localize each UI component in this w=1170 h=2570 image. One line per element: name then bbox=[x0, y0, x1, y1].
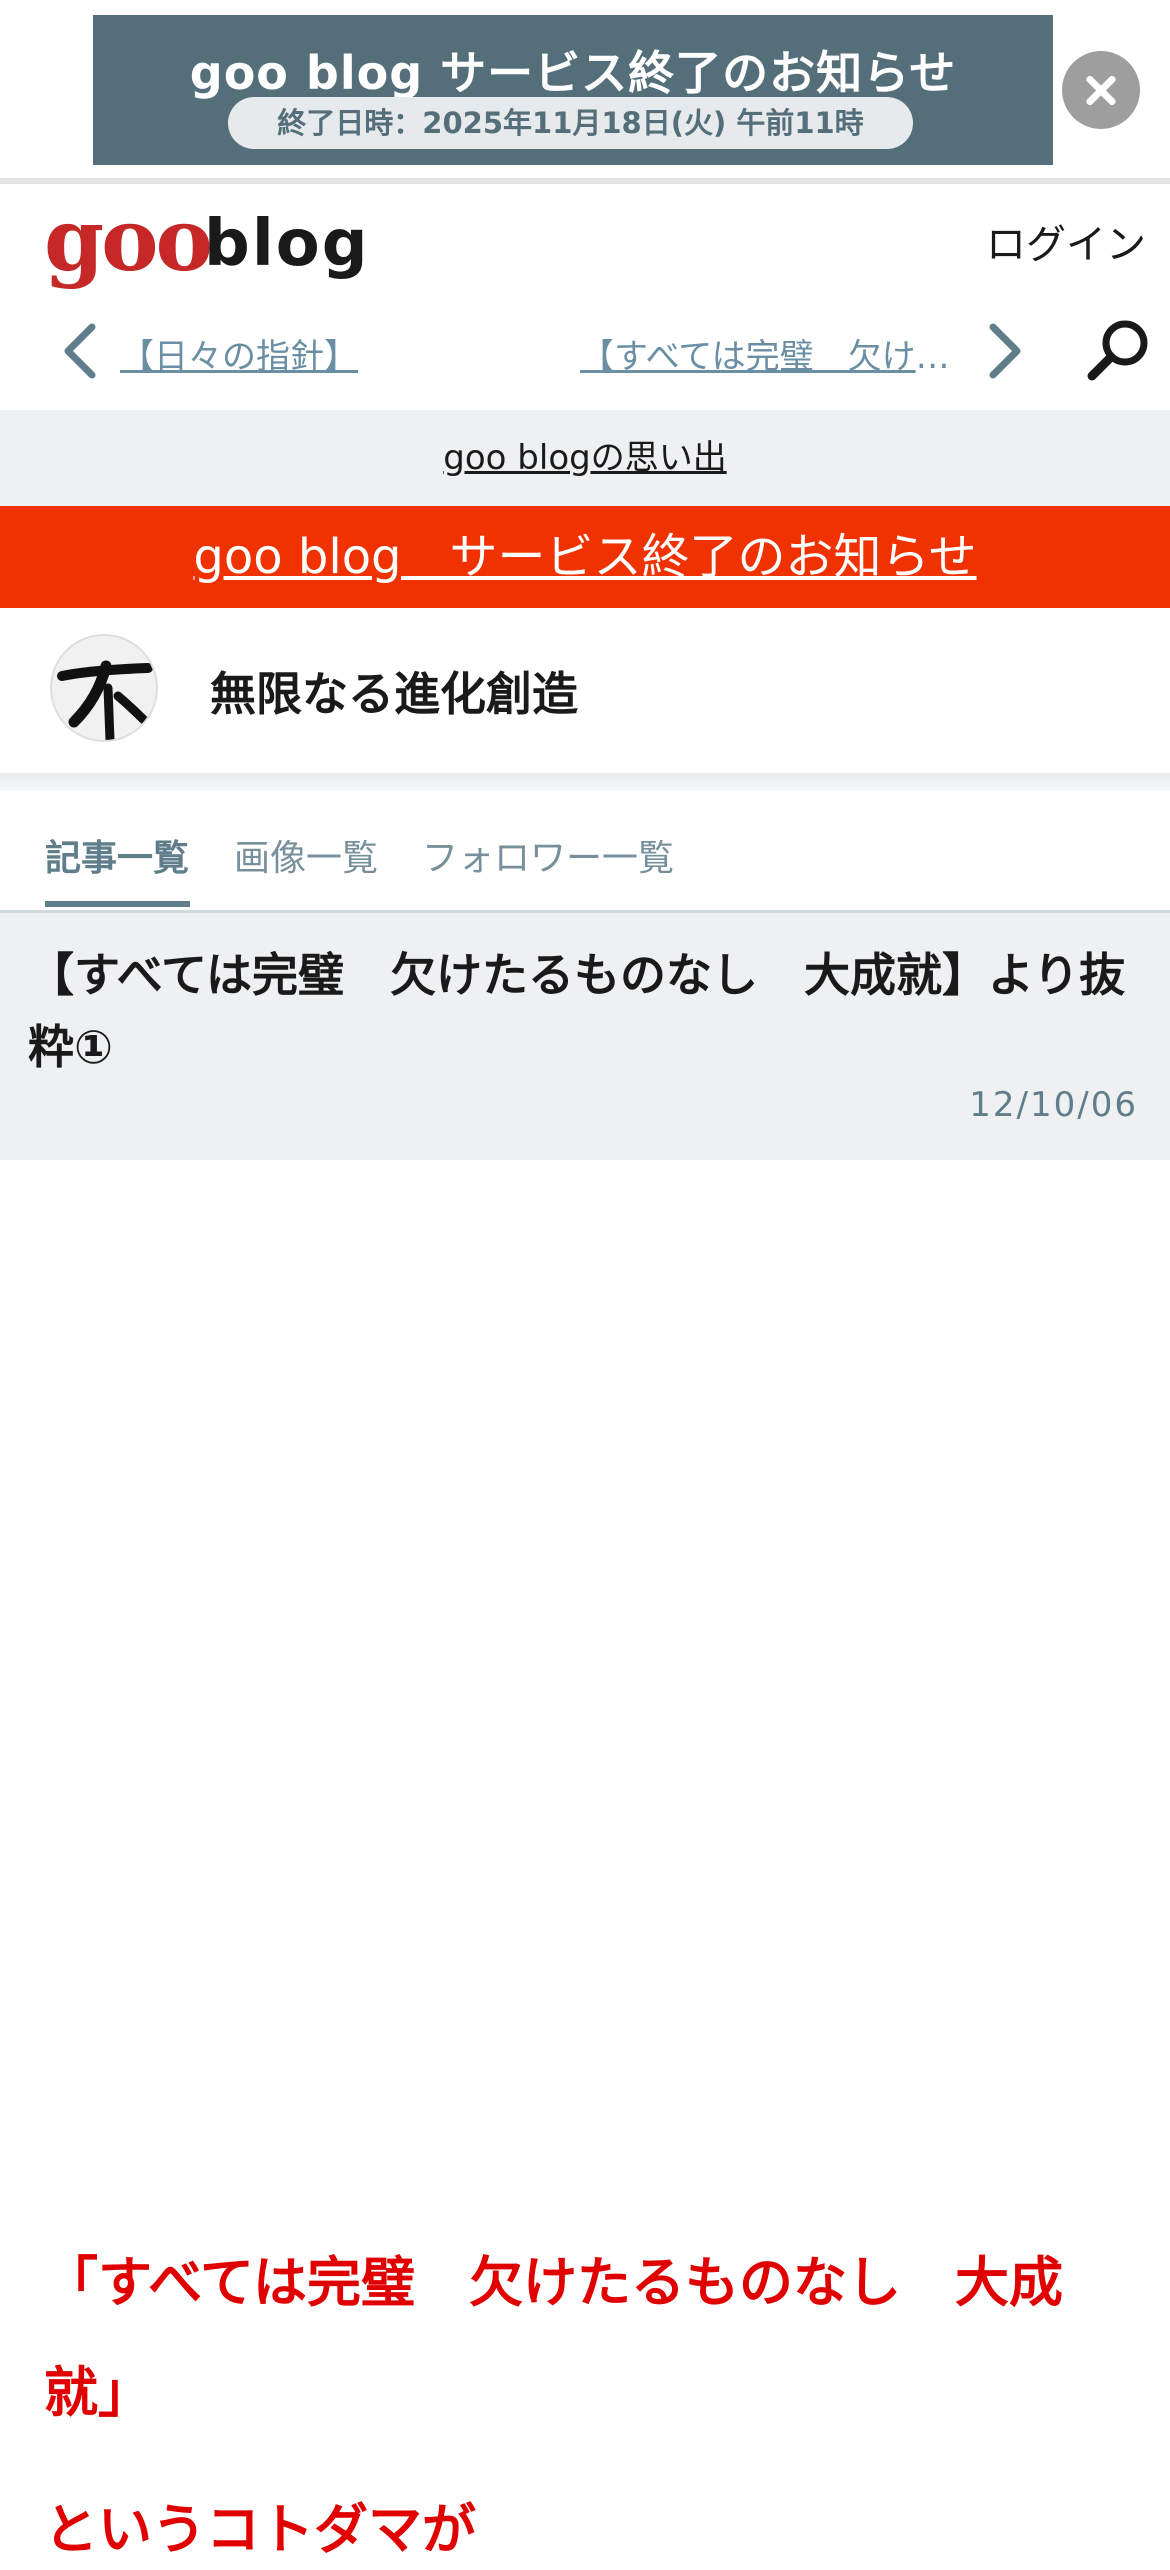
search-icon[interactable] bbox=[1085, 317, 1151, 383]
tab-followers[interactable]: フォロワー一覧 bbox=[422, 829, 674, 881]
notice-link[interactable]: goo blog サービス終了のお知らせ bbox=[193, 529, 976, 585]
divider bbox=[0, 773, 1170, 791]
article-header: 【すべては完璧 欠けたるものなし 大成就】より抜粋① 12/10/06 bbox=[0, 913, 1170, 1160]
active-tab-indicator bbox=[45, 901, 190, 907]
close-icon[interactable] bbox=[1062, 51, 1140, 129]
logo-goo: goo bbox=[44, 190, 213, 291]
tab-articles[interactable]: 記事一覧 bbox=[45, 829, 189, 881]
logo-blog: blog bbox=[204, 207, 370, 281]
article-nav: 【日々の指針】 【すべては完璧 欠けたるものなし 大成就】より抜粋① bbox=[0, 309, 1170, 394]
avatar[interactable] bbox=[50, 634, 158, 742]
blog-identity: 無限なる進化創造 bbox=[0, 608, 1170, 773]
banner-title: goo blog サービス終了のお知らせ bbox=[189, 46, 957, 100]
article-body-line: というコトダマが bbox=[44, 2498, 476, 2561]
announcement-bar: goo blog サービス終了のお知らせ 終了日時：2025年11月18日(火)… bbox=[0, 0, 1170, 184]
memory-strip: goo blogの思い出 bbox=[0, 410, 1170, 506]
article-body-quote: 「すべては完璧 欠けたるものなし 大成就」 bbox=[44, 2251, 1063, 2424]
memory-link[interactable]: goo blogの思い出 bbox=[443, 438, 726, 478]
service-end-banner[interactable]: goo blog サービス終了のお知らせ 終了日時：2025年11月18日(火)… bbox=[93, 15, 1053, 165]
article-date: 12/10/06 bbox=[969, 1085, 1138, 1125]
site-header: goo blog ログイン 【日々の指針】 【すべては完璧 欠けたるものなし 大… bbox=[0, 184, 1170, 410]
avatar-calligraphy-image bbox=[52, 636, 156, 740]
content-tabs: 記事一覧 画像一覧 フォロワー一覧 bbox=[0, 791, 1170, 913]
chevron-left-icon[interactable] bbox=[60, 321, 100, 381]
banner-end-datetime: 終了日時：2025年11月18日(火) 午前11時 bbox=[228, 97, 913, 149]
login-link[interactable]: ログイン bbox=[986, 212, 1146, 270]
next-article-link[interactable]: 【すべては完璧 欠けたるものなし 大成就】より抜粋① bbox=[580, 329, 960, 378]
service-end-notice: goo blog サービス終了のお知らせ bbox=[0, 506, 1170, 608]
prev-article-link[interactable]: 【日々の指針】 bbox=[120, 329, 358, 378]
blog-name[interactable]: 無限なる進化創造 bbox=[210, 658, 578, 724]
chevron-right-icon[interactable] bbox=[985, 321, 1025, 381]
tab-images[interactable]: 画像一覧 bbox=[234, 829, 378, 881]
article-title: 【すべては完璧 欠けたるものなし 大成就】より抜粋① bbox=[28, 948, 1126, 1074]
